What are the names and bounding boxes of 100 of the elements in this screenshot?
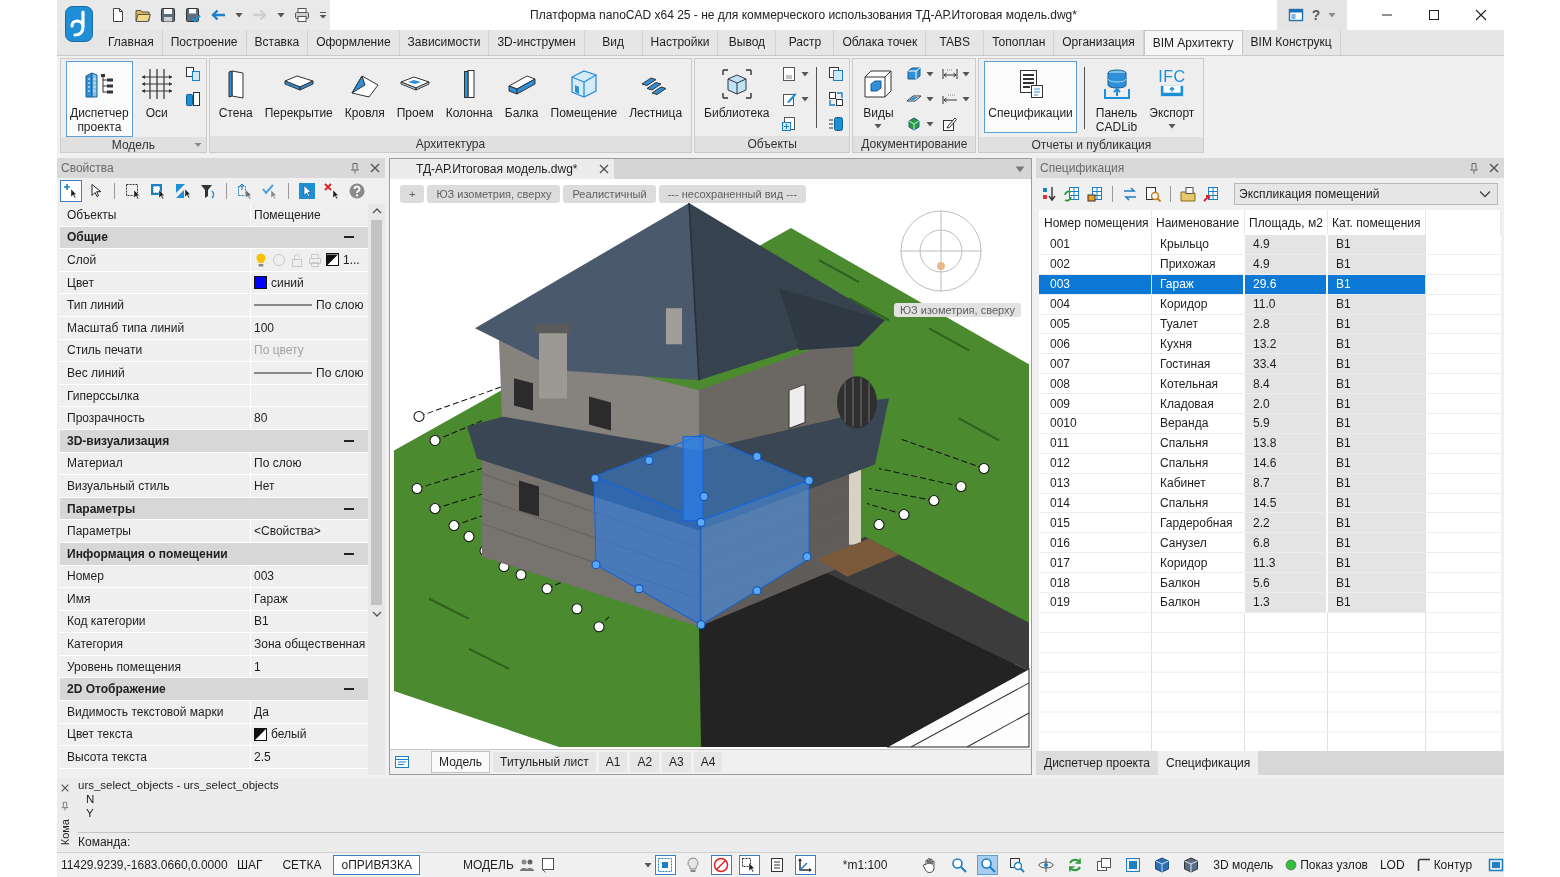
close-icon[interactable] xyxy=(1488,162,1500,174)
ribbon-button[interactable]: Проем xyxy=(392,61,438,133)
overlapping-sheets-icon[interactable] xyxy=(184,66,201,82)
table-export-icon[interactable] xyxy=(1203,186,1219,202)
command-input[interactable]: Команда: xyxy=(78,832,1504,851)
drafting-toggle[interactable] xyxy=(710,855,732,875)
toolbar-button[interactable] xyxy=(60,180,82,202)
document-tab[interactable]: ТД-АР.Итоговая модель.dwg* xyxy=(390,159,614,179)
sheet-icon[interactable] xyxy=(539,857,556,873)
caret-icon[interactable] xyxy=(1328,11,1337,19)
preview-icon[interactable] xyxy=(1145,186,1161,202)
table-row[interactable]: 015 Гардеробная 2.2 B1 xyxy=(1039,513,1426,534)
ribbon-tab[interactable]: BIM Архитекту xyxy=(1143,30,1243,55)
cube-icon[interactable] xyxy=(906,66,923,82)
ribbon-button[interactable]: Перекрытие xyxy=(260,61,337,133)
layout-tab[interactable]: A3 xyxy=(662,752,691,772)
lightbulb-icon[interactable] xyxy=(254,253,268,267)
layout-tab[interactable]: Модель xyxy=(431,751,491,773)
caret-icon[interactable] xyxy=(643,861,652,869)
undo-icon[interactable] xyxy=(210,7,226,23)
property-value[interactable]: По слою xyxy=(316,298,364,313)
layout-sheet-icon[interactable] xyxy=(394,754,410,770)
ribbon-button[interactable]: Стена xyxy=(214,61,257,133)
table-row[interactable]: 009 Кладовая 2.0 B1 xyxy=(1039,394,1426,414)
close-icon[interactable] xyxy=(60,783,70,793)
caret-icon[interactable] xyxy=(801,70,810,78)
caret-icon[interactable] xyxy=(277,11,285,19)
app-logo-icon[interactable] xyxy=(65,6,93,42)
caret-icon[interactable] xyxy=(962,95,971,103)
section-header[interactable]: 3D-визуализация xyxy=(60,429,368,453)
capsule-list-icon[interactable] xyxy=(828,116,845,132)
caret-icon[interactable] xyxy=(926,120,935,128)
schedule-dropdown[interactable]: Экспликация помещений xyxy=(1234,183,1498,205)
table-row[interactable]: 004 Коридор 11.0 B1 xyxy=(1039,294,1426,315)
mode-toggle[interactable]: ШАГ xyxy=(228,855,271,875)
property-value[interactable]: По слою xyxy=(316,365,364,380)
pin-icon[interactable] xyxy=(1468,162,1480,174)
document-edit-icon[interactable] xyxy=(781,91,798,107)
ribbon-button[interactable]: Панель CADLib xyxy=(1091,61,1142,137)
document-add-icon[interactable] xyxy=(781,116,798,132)
panel-tab[interactable]: Спецификация xyxy=(1158,751,1259,775)
ribbon-button[interactable]: IFC Экспорт xyxy=(1145,61,1199,133)
section-header[interactable]: Общие xyxy=(60,226,368,250)
close-icon[interactable] xyxy=(597,163,610,175)
ribbon-button[interactable]: Виды xyxy=(858,61,899,133)
layout-tab[interactable]: Титульный лист xyxy=(493,752,596,772)
section-header[interactable]: Параметры xyxy=(60,497,368,521)
annotation-scale[interactable]: *m1:100 xyxy=(842,858,888,872)
show-nodes-button[interactable]: Показ узлов xyxy=(1281,855,1372,875)
save-all-icon[interactable] xyxy=(185,7,201,23)
layout-tab[interactable]: A1 xyxy=(598,752,628,772)
drafting-toggle[interactable] xyxy=(738,855,760,875)
cube-icon[interactable] xyxy=(906,116,923,132)
new-document-icon[interactable] xyxy=(110,7,126,23)
window-layout-icon[interactable] xyxy=(1287,7,1304,23)
drafting-toggle[interactable] xyxy=(654,855,676,875)
ribbon-button[interactable]: Библиотека xyxy=(700,61,774,133)
swap-arrows-icon[interactable] xyxy=(1122,186,1138,202)
table-row[interactable]: 008 Котельная 8.4 B1 xyxy=(1039,374,1426,395)
table-row[interactable]: 013 Кабинет 8.7 B1 xyxy=(1039,473,1426,494)
layout-tab[interactable]: A4 xyxy=(693,752,723,772)
table-row[interactable]: 006 Кухня 13.2 B1 xyxy=(1039,334,1426,355)
replace-icon[interactable] xyxy=(828,91,845,107)
layout-tab[interactable]: A2 xyxy=(630,752,660,772)
save-icon[interactable] xyxy=(160,7,176,23)
ribbon-button[interactable]: Балка xyxy=(500,61,543,133)
table-row[interactable]: 019 Балкон 1.3 B1 xyxy=(1039,593,1426,613)
section-header[interactable]: Информация о помещении xyxy=(60,542,368,566)
table-refresh-icon[interactable] xyxy=(1064,186,1080,202)
scroll-up-icon[interactable] xyxy=(371,208,382,214)
table-row[interactable]: 003 Гараж 29.6 B1 xyxy=(1039,274,1426,295)
two-panels-icon[interactable] xyxy=(184,91,201,107)
copy-icon[interactable] xyxy=(828,66,845,82)
caret-icon[interactable] xyxy=(235,11,243,19)
view-control-button[interactable]: ЮЗ изометрия, сверху xyxy=(427,185,561,203)
printer-icon[interactable] xyxy=(294,7,310,23)
sort-icon[interactable] xyxy=(1041,186,1057,202)
model-3d-button[interactable]: 3D модель xyxy=(1209,855,1278,875)
table-row[interactable]: 002 Прихожая 4.9 B1 xyxy=(1039,254,1426,275)
drafting-toggle[interactable] xyxy=(794,855,816,875)
column-header[interactable]: Номер помещения xyxy=(1039,210,1152,235)
table-save-icon[interactable] xyxy=(1087,186,1103,202)
view-control-button[interactable]: + xyxy=(400,185,425,203)
help-button[interactable]: ? xyxy=(1311,7,1321,23)
ribbon-button[interactable]: Диспетчер проекта xyxy=(66,61,133,137)
table-row[interactable]: 014 Спальня 14.5 B1 xyxy=(1039,493,1426,514)
ribbon-button[interactable]: Колонна xyxy=(441,61,497,133)
customize-icon[interactable] xyxy=(319,11,327,19)
property-value[interactable]: синий xyxy=(271,275,304,290)
table-row[interactable]: 016 Санузел 6.8 B1 xyxy=(1039,533,1426,554)
mode-toggle[interactable]: СЕТКА xyxy=(274,855,330,875)
caret-icon[interactable] xyxy=(962,70,971,78)
ribbon-button[interactable]: Кровля xyxy=(340,61,389,133)
people-icon[interactable] xyxy=(518,857,535,873)
table-row[interactable]: 012 Спальня 14.6 B1 xyxy=(1039,453,1426,474)
view-control-button[interactable]: --- несохраненный вид --- xyxy=(658,185,807,203)
scrollbar[interactable] xyxy=(368,204,385,775)
mode-toggle[interactable]: оПРИВЯЗКА xyxy=(333,855,420,875)
pin-icon[interactable] xyxy=(60,801,70,811)
table-row[interactable]: 017 Коридор 11.3 B1 xyxy=(1039,553,1426,574)
